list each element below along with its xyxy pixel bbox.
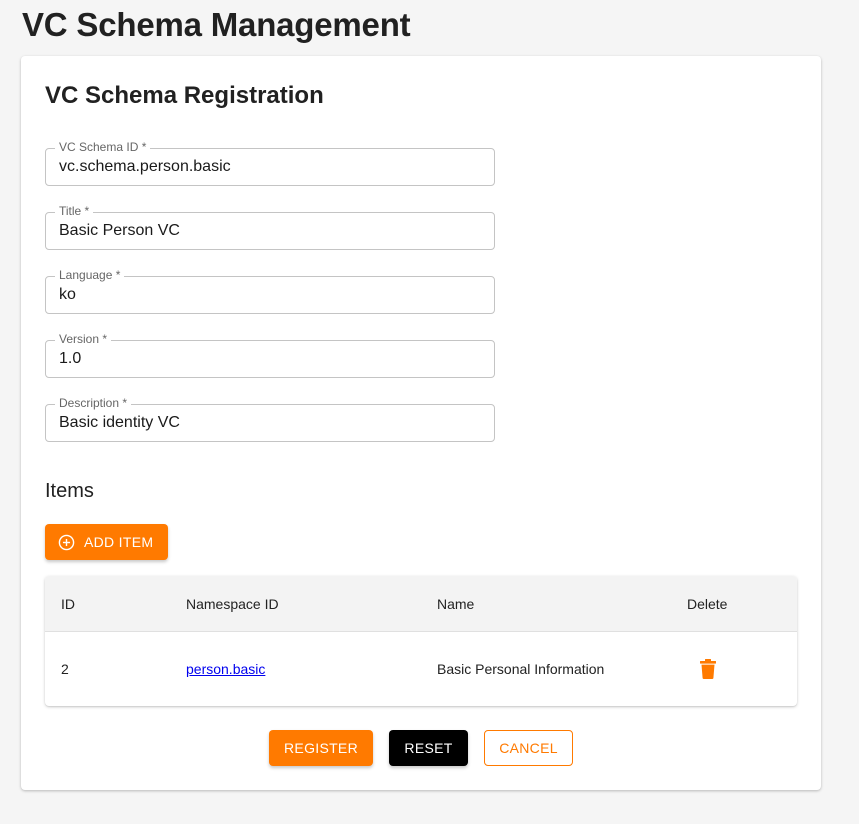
row-name: Basic Personal Information xyxy=(437,661,605,677)
trash-icon[interactable] xyxy=(699,659,717,679)
registration-card: VC Schema Registration VC Schema ID * Ti… xyxy=(21,56,821,790)
row-id: 2 xyxy=(61,661,69,677)
language-field: Language * xyxy=(45,268,495,314)
reset-button[interactable]: RESET xyxy=(389,730,468,766)
add-item-label: ADD ITEM xyxy=(84,534,154,550)
add-item-button[interactable]: ADD ITEM xyxy=(45,524,168,560)
version-input[interactable] xyxy=(59,341,479,377)
column-header-delete: Delete xyxy=(687,596,728,612)
items-section-title: Items xyxy=(45,480,94,502)
title-field: Title * xyxy=(45,204,495,250)
form-title: VC Schema Registration xyxy=(45,82,324,109)
vc-schema-id-input[interactable] xyxy=(59,149,479,185)
column-header-id: ID xyxy=(61,596,75,612)
column-header-name: Name xyxy=(437,596,475,612)
vc-schema-id-field: VC Schema ID * xyxy=(45,140,495,186)
column-header-namespace-id: Namespace ID xyxy=(186,596,279,612)
table-header: ID Namespace ID Name Delete xyxy=(45,576,797,632)
title-input[interactable] xyxy=(59,213,479,249)
language-input[interactable] xyxy=(59,277,479,313)
namespace-id-link[interactable]: person.basic xyxy=(186,661,265,677)
register-button[interactable]: REGISTER xyxy=(269,730,373,766)
plus-circle-icon xyxy=(58,534,75,551)
version-field: Version * xyxy=(45,332,495,378)
page-title: VC Schema Management xyxy=(22,6,411,43)
description-field: Description * xyxy=(45,396,495,442)
items-table: ID Namespace ID Name Delete 2 person.bas… xyxy=(45,576,797,706)
cancel-button[interactable]: CANCEL xyxy=(484,730,573,766)
description-input[interactable] xyxy=(59,405,479,441)
